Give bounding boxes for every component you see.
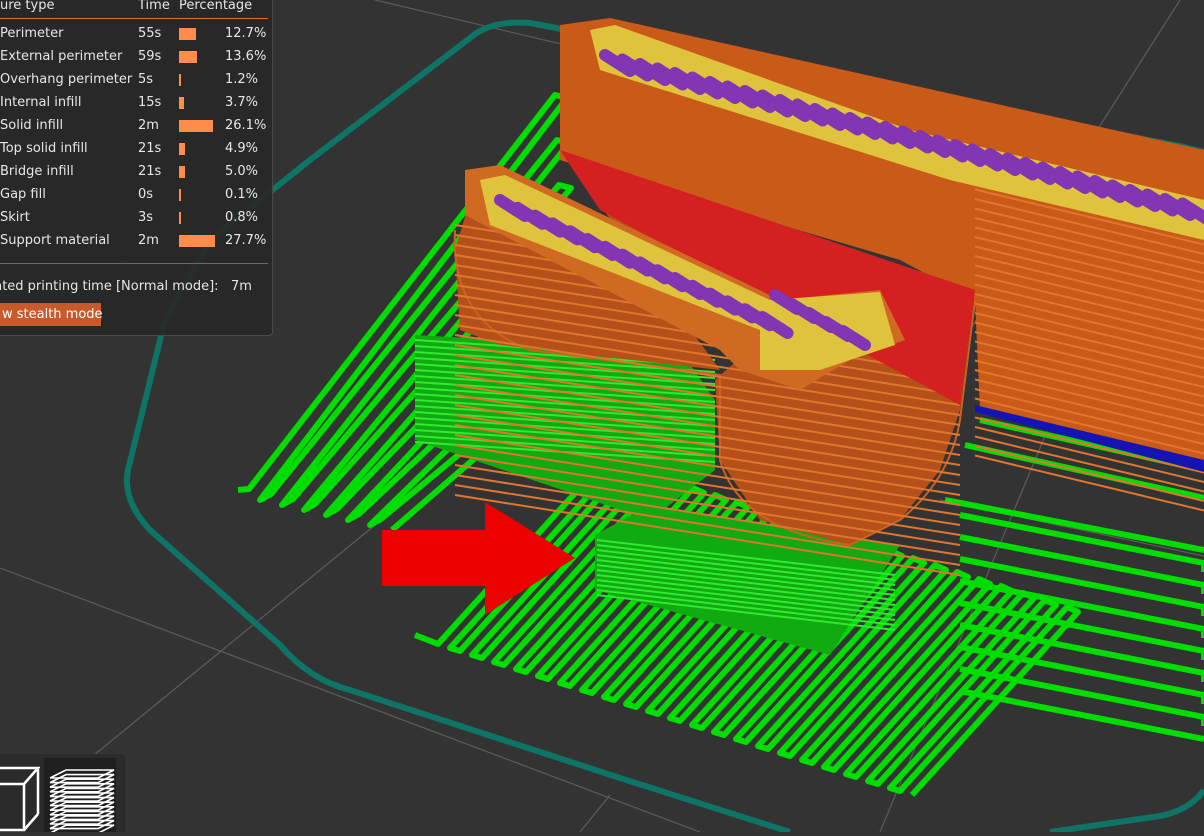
feature-time: 55s [138, 22, 161, 45]
legend-row: Overhang perimeter 5s 1.2% [0, 68, 272, 91]
legend-row: Skirt 3s 0.8% [0, 206, 272, 229]
legend-header: ure type Time Percentage [0, 0, 272, 18]
feature-percentage: 26.1% [225, 114, 266, 137]
percentage-bar [179, 74, 181, 86]
feature-name: Top solid infill [0, 137, 88, 160]
feature-time: 0s [138, 183, 153, 206]
legend-row: Gap fill 0s 0.1% [0, 183, 272, 206]
percentage-bar [179, 97, 184, 109]
legend-row: Support material 2m 27.7% [0, 229, 272, 252]
percentage-bar [179, 28, 196, 40]
feature-name: Skirt [0, 206, 30, 229]
time-header: Time [138, 0, 170, 14]
legend-divider [0, 263, 268, 264]
legend-row: Top solid infill 21s 4.9% [0, 137, 272, 160]
layers-stack-icon [44, 758, 116, 832]
feature-percentage: 12.7% [225, 22, 266, 45]
legend-row: Internal infill 15s 3.7% [0, 91, 272, 114]
feature-time: 15s [138, 91, 161, 114]
feature-time: 59s [138, 45, 161, 68]
layers-view-button[interactable] [44, 758, 116, 832]
feature-name: Support material [0, 229, 110, 252]
legend-row: Solid infill 2m 26.1% [0, 114, 272, 137]
feature-time: 2m [138, 229, 159, 252]
feature-percentage: 1.2% [225, 68, 258, 91]
feature-time: 21s [138, 160, 161, 183]
legend-row: Perimeter 55s 12.7% [0, 22, 272, 45]
header-underline [0, 18, 268, 19]
feature-percentage: 3.7% [225, 91, 258, 114]
feature-name: Solid infill [0, 114, 63, 137]
percentage-bar [179, 235, 215, 247]
feature-percentage: 0.8% [225, 206, 258, 229]
feature-name: Bridge infill [0, 160, 74, 183]
feature-percentage: 0.1% [225, 183, 258, 206]
feature-name: Overhang perimeter [0, 68, 132, 91]
percentage-bar [179, 120, 213, 132]
legend-row: Bridge infill 21s 5.0% [0, 160, 272, 183]
feature-percentage: 27.7% [225, 229, 266, 252]
feature-name: Internal infill [0, 91, 82, 114]
3d-view-button[interactable] [0, 758, 40, 832]
feature-percentage: 13.6% [225, 45, 266, 68]
feature-time: 21s [138, 137, 161, 160]
feature-percentage: 5.0% [225, 160, 258, 183]
estimated-time-value: 7m [231, 278, 252, 295]
feature-time: 5s [138, 68, 153, 91]
percentage-bar [179, 212, 181, 224]
feature-name: External perimeter [0, 45, 122, 68]
feature-name: Perimeter [0, 22, 63, 45]
feature-time: 3s [138, 206, 153, 229]
feature-name: Gap fill [0, 183, 46, 206]
feature-type-header: ure type [0, 0, 54, 14]
percentage-bar [179, 51, 197, 63]
cube-outline-icon [0, 758, 40, 832]
legend-panel: ure type Time Percentage Perimeter 55s 12.… [0, 0, 273, 336]
percentage-header: Percentage [179, 0, 252, 14]
feature-percentage: 4.9% [225, 137, 258, 160]
legend-row: External perimeter 59s 13.6% [0, 45, 272, 68]
percentage-bar [179, 143, 185, 155]
estimated-time-label: nated printing time [Normal mode]: [0, 278, 219, 295]
view-toolbar [0, 754, 125, 832]
show-stealth-mode-button[interactable]: w stealth mode [0, 303, 101, 326]
feature-time: 2m [138, 114, 159, 137]
percentage-bar [179, 166, 185, 178]
percentage-bar [179, 189, 181, 201]
